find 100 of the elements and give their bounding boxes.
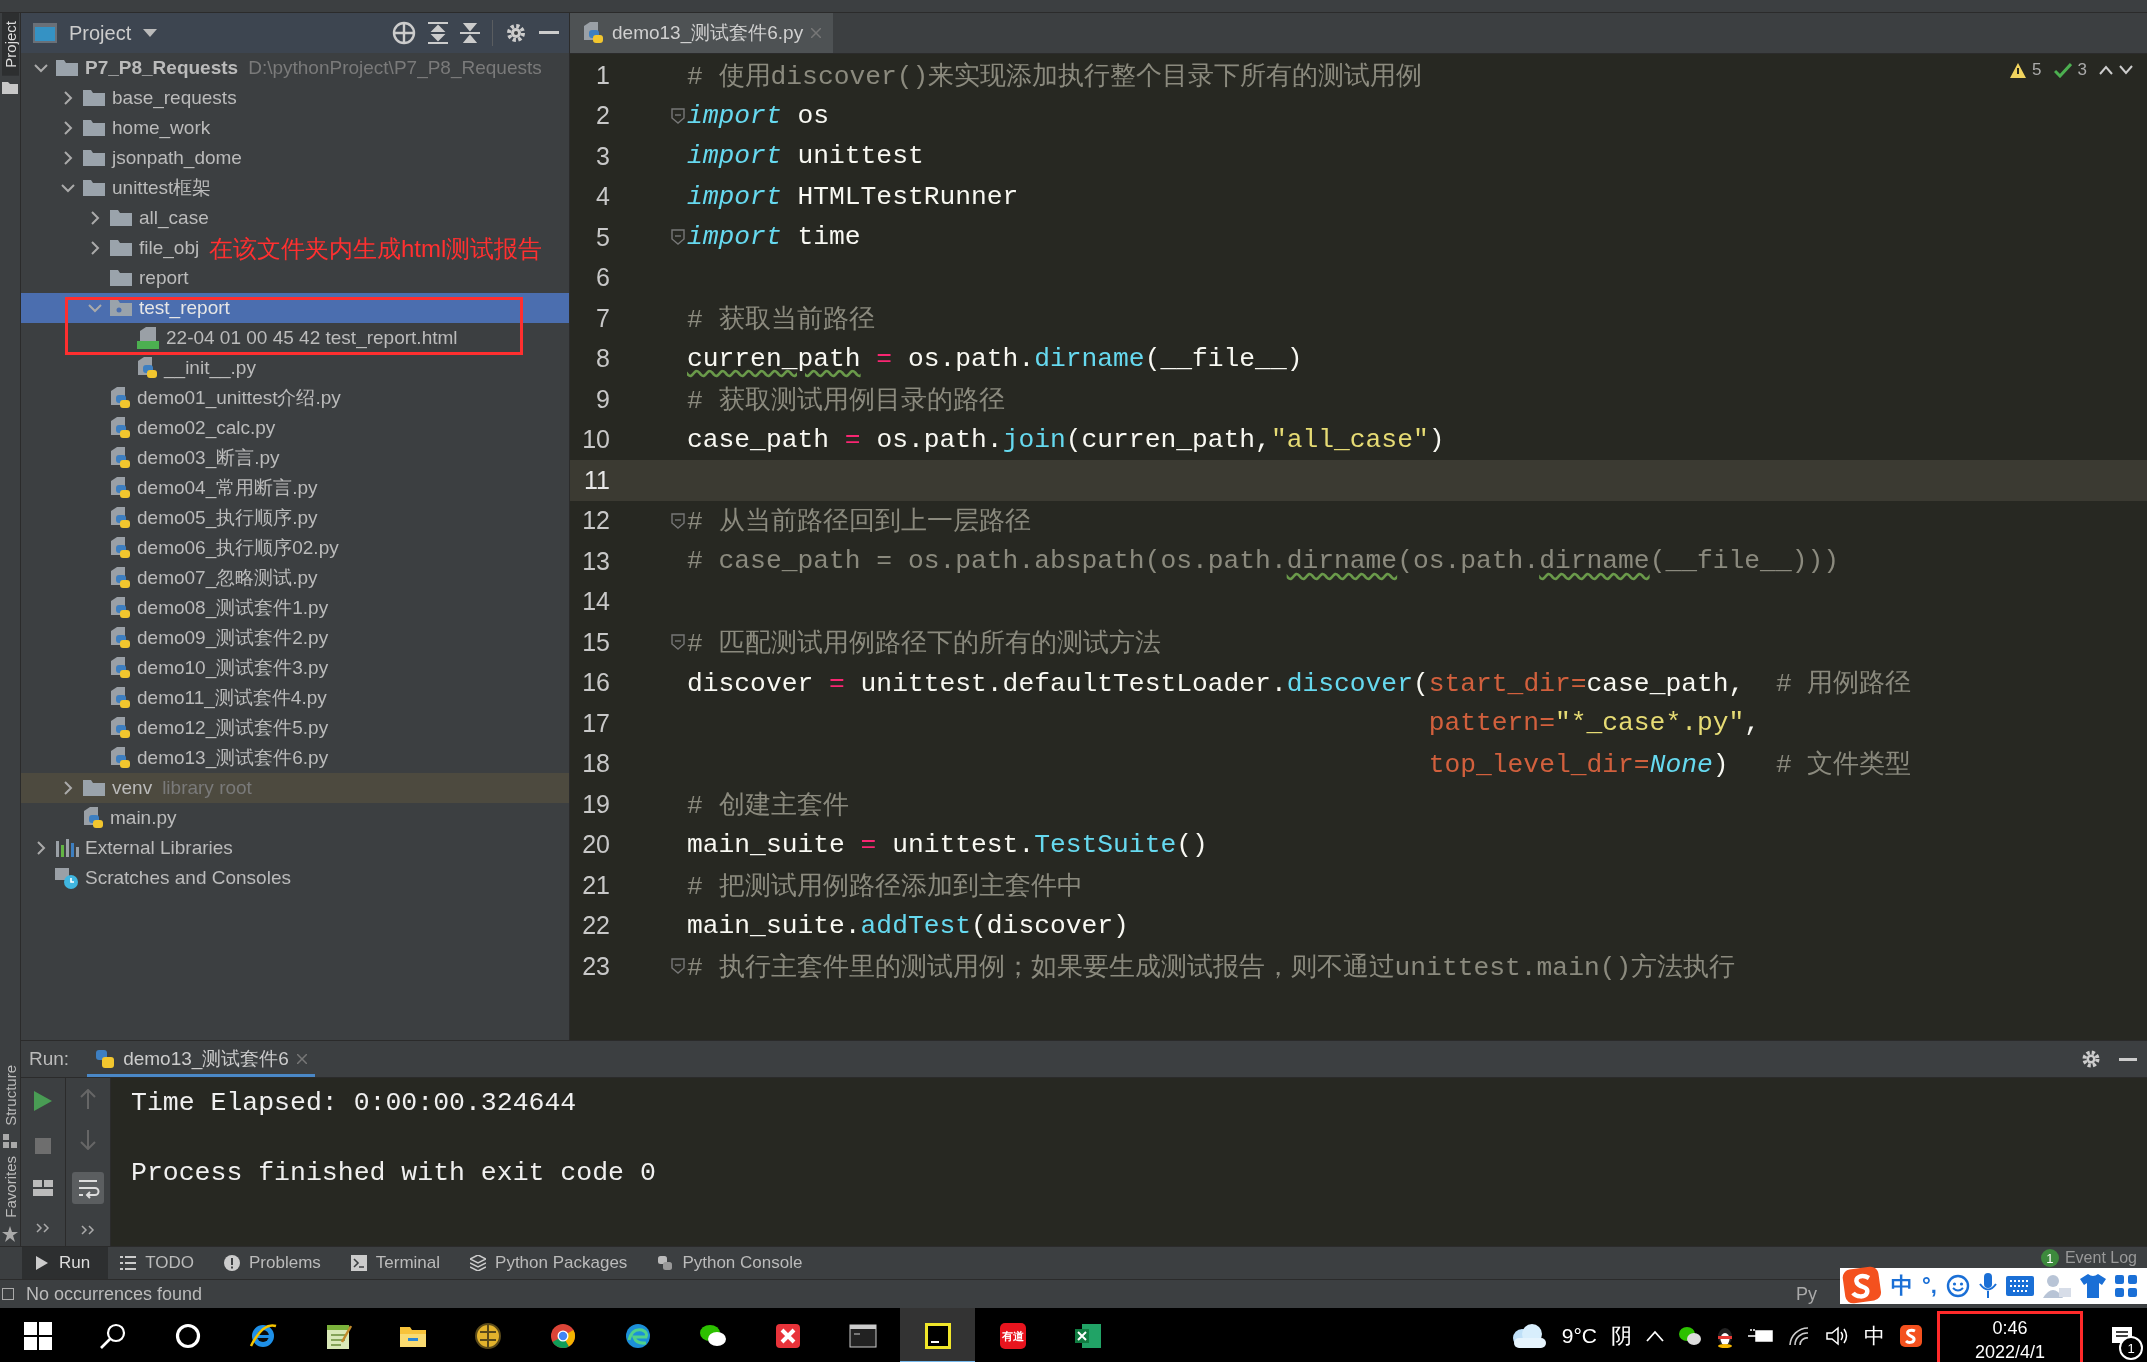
double-chevron-icon[interactable] — [81, 1225, 95, 1236]
tree-item[interactable]: 22-04 01 00 45 42 test_report.html — [166, 327, 458, 349]
weather-temperature: 9°C — [1561, 1324, 1597, 1348]
crosshair-icon[interactable] — [392, 21, 416, 45]
battery-plug-icon[interactable] — [1748, 1327, 1774, 1345]
settings-icon[interactable] — [2081, 1049, 2101, 1069]
code-line: main_suite = unittest.TestSuite() — [687, 829, 1208, 860]
tree-item[interactable]: __init__.py — [164, 357, 256, 379]
tree-item[interactable]: file_obj — [139, 237, 200, 259]
line-number: 16 — [581, 668, 610, 698]
keyboard-icon[interactable] — [2005, 1276, 2034, 1296]
tool-window-tab[interactable]: Python Packages — [458, 1247, 646, 1279]
editor-tab[interactable]: demo13_测试套件6.py — [570, 13, 834, 53]
taskbar-app[interactable]: 有道 — [975, 1308, 1050, 1362]
tree-item[interactable]: demo08_测试套件1.py — [137, 595, 329, 621]
tool-window-tab[interactable]: Terminal — [338, 1247, 459, 1279]
project-tool-tab[interactable]: Project — [1, 13, 19, 76]
tree-item[interactable]: demo12_测试套件5.py — [137, 715, 329, 741]
code-line: import os — [687, 100, 830, 131]
project-name[interactable]: P7_P8_Requests — [85, 57, 239, 79]
run-icon[interactable] — [34, 1091, 52, 1112]
tree-item[interactable]: Scratches and Consoles — [85, 867, 291, 889]
tree-item[interactable]: demo05_执行顺序.py — [137, 505, 318, 531]
speaker-icon[interactable] — [1826, 1326, 1850, 1346]
smiley-icon[interactable] — [1945, 1274, 1970, 1298]
tree-item[interactable]: demo09_测试套件2.py — [137, 625, 329, 651]
folder-icon — [2, 79, 18, 94]
chat-bubbles-icon[interactable] — [1678, 1325, 1702, 1347]
tree-item[interactable]: demo11_测试套件4.py — [137, 685, 327, 711]
ime-punctuation[interactable]: °, — [1922, 1273, 1937, 1299]
tree-item[interactable]: External Libraries — [85, 837, 233, 859]
library-bars-icon — [55, 837, 79, 859]
tree-item[interactable]: all_case — [139, 207, 209, 229]
code-line: main_suite.addTest(discover) — [687, 910, 1129, 941]
tree-item[interactable]: venv — [112, 777, 153, 799]
event-log-link[interactable]: Event Log — [2064, 1249, 2137, 1267]
clock-highlight-box[interactable]: 0:46 2022/4/1 — [1937, 1310, 2083, 1362]
tree-item[interactable]: demo02_calc.py — [137, 417, 276, 439]
code-line: import time — [687, 222, 861, 253]
tree-item[interactable]: report — [139, 267, 189, 289]
tool-window-tab[interactable]: Python Console — [645, 1247, 821, 1279]
microphone-icon[interactable] — [1978, 1273, 1997, 1299]
collapse-all-icon[interactable] — [460, 22, 480, 44]
tree-item[interactable]: main.py — [110, 807, 177, 829]
warning-icon — [2010, 62, 2027, 78]
fold-marker-icon[interactable] — [671, 958, 685, 975]
ime-logo-icon[interactable] — [1899, 1324, 1923, 1348]
input-language[interactable]: 中 — [1864, 1322, 1885, 1350]
minimize-icon[interactable] — [539, 31, 559, 35]
taskbar-app[interactable] — [900, 1308, 975, 1362]
line-number: 2 — [595, 101, 610, 131]
fold-marker-icon[interactable] — [671, 512, 685, 529]
checkbox-icon[interactable] — [2, 1288, 14, 1300]
soft-wrap-icon[interactable] — [72, 1171, 104, 1204]
star-icon — [2, 1226, 18, 1242]
line-number: 19 — [581, 789, 610, 819]
favorites-tool-tab[interactable]: Favorites — [1, 1152, 19, 1222]
tree-item[interactable]: demo13_测试套件6.py — [137, 745, 329, 771]
folder-icon — [82, 147, 106, 169]
interpreter-label[interactable]: Py — [1796, 1283, 1817, 1305]
tree-item[interactable]: unittest框架 — [112, 175, 212, 201]
library-row-highlight[interactable]: venv library root — [21, 773, 569, 803]
panel-title[interactable]: Project — [69, 21, 132, 45]
tree-item[interactable]: demo10_测试套件3.py — [137, 655, 329, 681]
tree-item[interactable]: base_requests — [112, 87, 237, 109]
tree-item[interactable]: demo06_执行顺序02.py — [137, 535, 339, 561]
tree-item[interactable]: demo03_断言.py — [137, 445, 280, 471]
tree-item[interactable]: test_report — [139, 297, 230, 319]
tree-item[interactable]: home_work — [112, 117, 211, 139]
chevron-up-icon[interactable] — [2099, 65, 2113, 75]
shirt-icon[interactable] — [2079, 1274, 2106, 1298]
check-icon — [2053, 62, 2072, 78]
minimize-icon[interactable] — [2119, 1057, 2137, 1061]
chevron-down-icon[interactable] — [2119, 65, 2133, 75]
python-file-icon — [582, 22, 604, 44]
console-tab[interactable]: demo13_测试套件6 — [87, 1041, 315, 1077]
fold-marker-icon[interactable] — [671, 229, 685, 246]
expand-all-icon[interactable] — [428, 22, 448, 44]
tool-window-tab[interactable]: TODO — [108, 1247, 212, 1279]
fold-marker-icon[interactable] — [671, 107, 685, 124]
code-line: # 使用discover()来实现添加执行整个目录下所有的测试用例 — [687, 60, 1423, 93]
grid-icon[interactable] — [2114, 1275, 2137, 1297]
python-file-icon — [109, 507, 131, 529]
tool-window-tab[interactable]: Run — [22, 1247, 109, 1279]
tree-item[interactable]: jsonpath_dome — [112, 147, 242, 169]
folder-icon — [82, 87, 106, 109]
settings-icon[interactable] — [505, 22, 527, 44]
tool-window-tab[interactable]: Problems — [212, 1247, 339, 1279]
tree-item[interactable]: demo04_常用断言.py — [137, 475, 318, 501]
fold-marker-icon[interactable] — [671, 634, 685, 651]
warning-count: 5 — [2032, 60, 2042, 80]
double-chevron-icon[interactable] — [36, 1222, 50, 1233]
ime-mode[interactable]: 中 — [1891, 1271, 1913, 1301]
tree-item[interactable]: demo07_忽略测试.py — [137, 565, 318, 591]
tree-item[interactable]: demo01_unittest介绍.py — [137, 385, 341, 411]
dropdown-caret-icon[interactable] — [143, 29, 158, 37]
structure-tool-tab[interactable]: Structure — [1, 1061, 19, 1131]
layout-icon[interactable] — [33, 1180, 53, 1197]
console-output: Process finished with exit code 0 — [131, 1158, 657, 1188]
browser-icon — [248, 1322, 277, 1350]
